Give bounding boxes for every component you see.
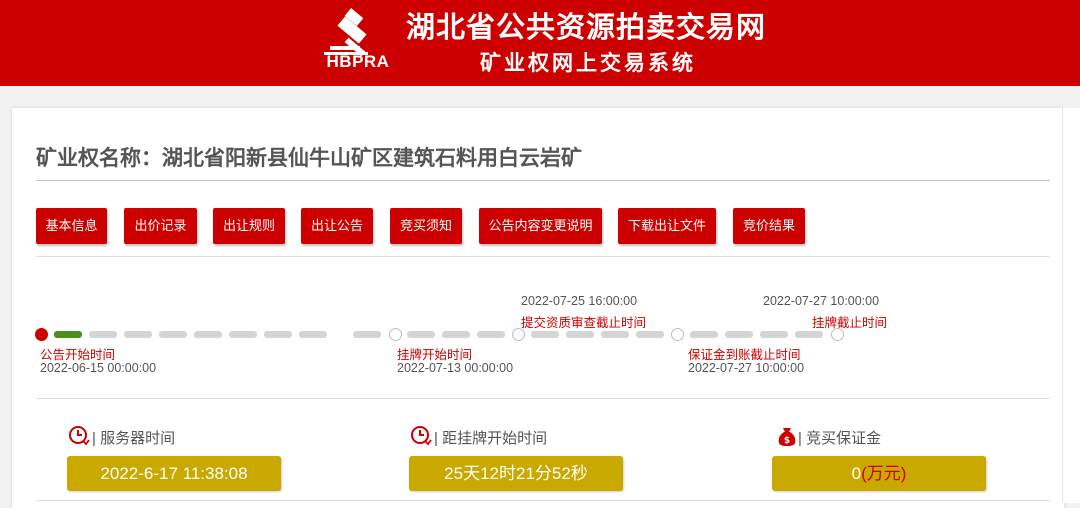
tab-bid-records[interactable]: 出价记录	[124, 208, 197, 244]
timeline-segment	[229, 331, 257, 338]
timeline-time: 2022-07-13 00:00:00	[397, 361, 514, 375]
info-divider	[36, 398, 1050, 399]
tab-notice-change[interactable]: 公告内容变更说明	[479, 208, 602, 244]
money-bag-icon: $	[778, 428, 796, 446]
deposit-amount: 0	[851, 464, 862, 483]
mineral-right-title: 矿业权名称：湖北省阳新县仙牛山矿区建筑石料用白云岩矿	[36, 147, 582, 170]
timeline-segment	[531, 331, 559, 338]
timeline-segment	[636, 331, 664, 338]
svg-text:$: $	[784, 436, 790, 446]
timeline-segment	[159, 331, 187, 338]
tab-bidding-instructions[interactable]: 竞买须知	[390, 208, 462, 244]
bottom-divider	[36, 500, 1050, 501]
tab-basic-info[interactable]: 基本信息	[36, 208, 107, 244]
timeline-segment	[407, 331, 435, 338]
deposit-label: | 竞买保证金	[798, 430, 882, 447]
timeline-segment	[566, 331, 594, 338]
site-title: 湖北省公共资源拍卖交易网	[406, 12, 767, 44]
tab-transfer-rules[interactable]: 出让规则	[213, 208, 285, 244]
timeline-label: 提交资质审查截止时间	[521, 316, 647, 330]
timeline-segment	[601, 331, 629, 338]
timeline-segment	[477, 331, 505, 338]
right-panel-edge	[1062, 108, 1080, 503]
title-divider	[36, 180, 1050, 181]
timeline-segment	[299, 331, 327, 338]
timeline-segment	[690, 331, 718, 338]
countdown-label: | 距挂牌开始时间	[434, 430, 548, 447]
timeline-time: 2022-07-25 16:00:00	[521, 294, 638, 308]
timeline-label: 挂牌截止时间	[812, 316, 888, 330]
timeline-node-notice-start	[35, 328, 48, 341]
timeline-node-listing-start	[389, 328, 402, 341]
timeline-time: 2022-07-27 10:00:00	[763, 294, 880, 308]
timeline-segment	[124, 331, 152, 338]
timeline-segment	[760, 331, 788, 338]
tabs-divider	[36, 256, 1050, 257]
timeline-node-deposit-deadline	[671, 328, 684, 341]
clock-icon	[69, 426, 90, 446]
site-header: HBPRA 湖北省公共资源拍卖交易网 矿业权网上交易系统	[0, 0, 1080, 86]
tab-download-files[interactable]: 下载出让文件	[618, 208, 716, 244]
timeline-time: 2022-07-27 10:00:00	[688, 361, 805, 375]
timeline-progress-bar	[54, 331, 82, 338]
timeline-time: 2022-06-15 00:00:00	[40, 361, 157, 375]
logo-text: HBPRA	[326, 52, 390, 71]
timeline-segment	[442, 331, 470, 338]
timeline-segment	[194, 331, 222, 338]
deposit-value: 0(万元)	[772, 456, 986, 491]
server-time-value: 2022-6-17 11:38:08	[67, 456, 281, 491]
timeline-segment	[264, 331, 292, 338]
clock-icon	[411, 426, 432, 446]
server-time-label: | 服务器时间	[92, 430, 176, 447]
timeline-segment	[353, 331, 381, 338]
tab-bid-results[interactable]: 竞价结果	[733, 208, 805, 244]
timeline-segment	[795, 331, 823, 338]
deposit-unit: (万元)	[861, 464, 907, 483]
tab-transfer-notice[interactable]: 出让公告	[301, 208, 373, 244]
site-subtitle: 矿业权网上交易系统	[480, 52, 696, 75]
timeline-segment	[725, 331, 753, 338]
timeline-segment	[89, 331, 117, 338]
countdown-value: 25天12时21分52秒	[409, 456, 623, 491]
